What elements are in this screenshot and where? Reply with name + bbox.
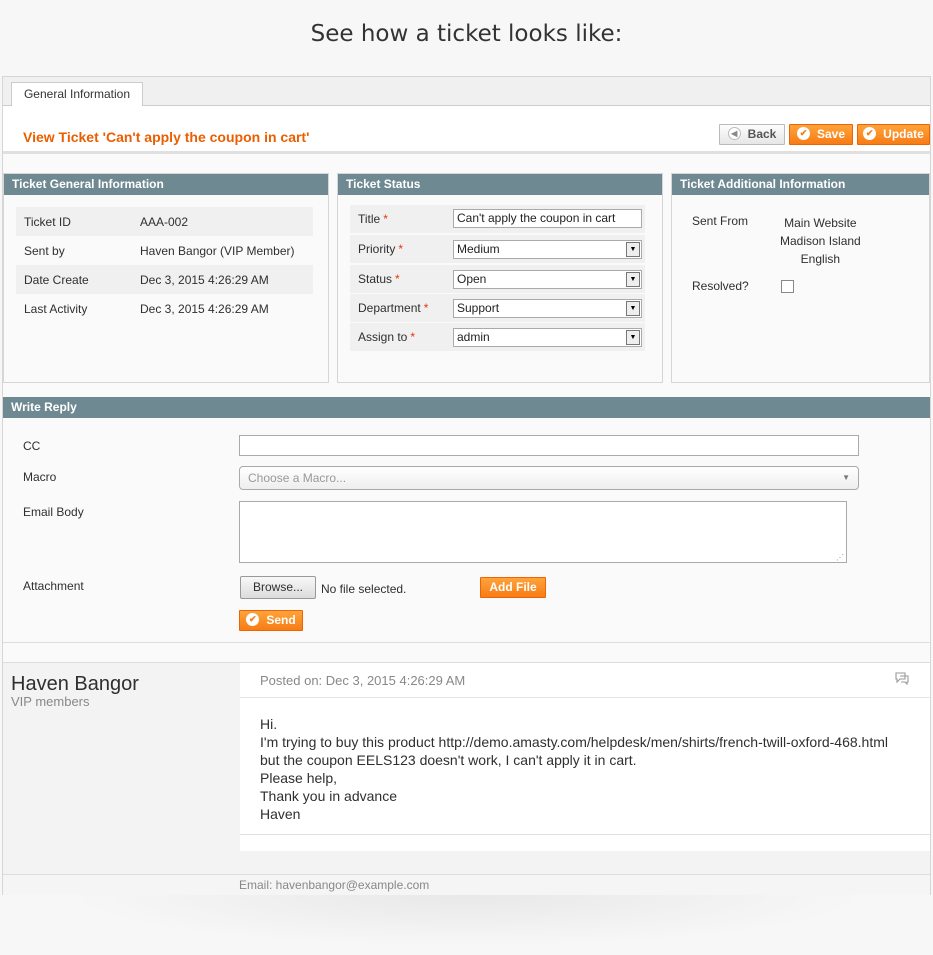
file-status: No file selected. xyxy=(321,582,407,596)
general-info-panel: Ticket General Information Ticket ID AAA-… xyxy=(3,173,329,383)
general-info-table: Ticket ID AAA-002 Sent by Haven Bangor (VI… xyxy=(16,207,313,323)
table-row: Date Create Dec 3, 2015 4:26:29 AM xyxy=(16,265,313,294)
email-body-label: Email Body xyxy=(23,505,84,519)
posted-on: Posted on: Dec 3, 2015 4:26:29 AM xyxy=(260,673,466,688)
status-row: Status * Open ▼ xyxy=(350,265,645,293)
back-label: Back xyxy=(747,127,777,141)
save-button[interactable]: ✔ Save xyxy=(789,124,853,145)
check-icon: ✔ xyxy=(863,127,877,141)
resize-handle-icon[interactable]: ⋰ xyxy=(836,553,844,562)
back-arrow-icon: ◀ xyxy=(727,127,741,141)
resolved-checkbox[interactable] xyxy=(781,280,794,293)
assign-row: Assign to * admin ▼ xyxy=(350,323,645,351)
email-footer: Email: havenbangor@example.com xyxy=(3,874,930,897)
cc-label: CC xyxy=(23,439,41,453)
row-value: Dec 3, 2015 4:26:29 AM xyxy=(140,272,269,287)
row-value: Haven Bangor (VIP Member) xyxy=(140,243,295,258)
status-select[interactable]: Open ▼ xyxy=(453,270,642,289)
chevron-down-icon: ▼ xyxy=(842,473,850,482)
author-group: VIP members xyxy=(11,694,90,709)
page-title: View Ticket 'Can't apply the coupon in c… xyxy=(23,129,310,145)
reply-bubble-icon[interactable] xyxy=(894,671,910,686)
title-row: Title * Can't apply the coupon in cart xyxy=(350,205,645,233)
priority-label: Priority * xyxy=(358,242,404,256)
title-label: Title * xyxy=(358,212,388,226)
sent-from-value: Main Website Madison Island English xyxy=(780,216,861,266)
message-card: Posted on: Dec 3, 2015 4:26:29 AM Hi. I'… xyxy=(240,663,930,851)
browse-button[interactable]: Browse... xyxy=(240,576,316,599)
assign-select[interactable]: admin ▼ xyxy=(453,328,642,347)
check-icon: ✔ xyxy=(796,127,810,141)
sent-from-label: Sent From xyxy=(692,214,749,228)
general-info-title: Ticket General Information xyxy=(4,174,328,195)
back-button[interactable]: ◀ Back xyxy=(719,124,785,145)
row-label: Date Create xyxy=(24,272,89,287)
department-label: Department * xyxy=(358,301,429,315)
add-file-button[interactable]: Add File xyxy=(480,577,546,598)
ticket-status-title: Ticket Status xyxy=(338,174,662,195)
chevron-down-icon: ▼ xyxy=(626,242,640,257)
chevron-down-icon: ▼ xyxy=(626,272,640,287)
department-row: Department * Support ▼ xyxy=(350,294,645,322)
row-label: Last Activity xyxy=(24,301,88,316)
check-icon: ✔ xyxy=(246,613,260,627)
ticket-status-panel: Ticket Status Title * Can't apply the cou… xyxy=(337,173,663,383)
assign-label: Assign to * xyxy=(358,330,416,344)
message-thread: Haven Bangor VIP members Posted on: Dec … xyxy=(3,662,930,875)
table-row: Last Activity Dec 3, 2015 4:26:29 AM xyxy=(16,294,313,323)
page-heading: See how a ticket looks like: xyxy=(310,21,623,47)
author-email: Email: havenbangor@example.com xyxy=(239,878,430,892)
additional-info-panel: Ticket Additional Information Sent From … xyxy=(671,173,930,383)
row-label: Sent by xyxy=(24,243,65,258)
message-body: Hi. I'm trying to buy this product http:… xyxy=(260,716,888,822)
department-select[interactable]: Support ▼ xyxy=(453,299,642,318)
resolved-label: Resolved? xyxy=(692,279,749,293)
table-row: Ticket ID AAA-002 xyxy=(16,207,313,236)
title-bar: View Ticket 'Can't apply the coupon in c… xyxy=(3,106,930,154)
divider xyxy=(240,834,930,835)
divider xyxy=(240,697,930,698)
author-name: Haven Bangor xyxy=(11,673,139,695)
status-label: Status * xyxy=(358,272,400,286)
update-label: Update xyxy=(883,127,924,141)
save-label: Save xyxy=(816,127,846,141)
row-label: Ticket ID xyxy=(24,214,71,229)
send-label: Send xyxy=(266,613,296,627)
additional-info-title: Ticket Additional Information xyxy=(672,174,929,195)
table-row: Sent by Haven Bangor (VIP Member) xyxy=(16,236,313,265)
title-input[interactable]: Can't apply the coupon in cart xyxy=(453,209,642,228)
macro-label: Macro xyxy=(23,470,57,484)
priority-select[interactable]: Medium ▼ xyxy=(453,240,642,259)
macro-select[interactable]: Choose a Macro... ▼ xyxy=(239,466,859,490)
update-button[interactable]: ✔ Update xyxy=(857,124,930,145)
priority-row: Priority * Medium ▼ xyxy=(350,235,645,263)
row-value: AAA-002 xyxy=(140,214,189,229)
write-reply-section: Write Reply CC Macro Choose a Macro... ▼… xyxy=(3,397,930,643)
tab-general-information[interactable]: General Information xyxy=(11,82,143,107)
write-reply-title: Write Reply xyxy=(3,397,930,418)
email-body-textarea[interactable]: ⋰ xyxy=(239,501,847,563)
attachment-label: Attachment xyxy=(23,579,84,593)
chevron-down-icon: ▼ xyxy=(626,330,640,345)
row-value: Dec 3, 2015 4:26:29 AM xyxy=(140,301,269,316)
send-button[interactable]: ✔ Send xyxy=(239,610,303,631)
cc-input[interactable] xyxy=(239,435,859,456)
chevron-down-icon: ▼ xyxy=(626,301,640,316)
tab-bar: General Information xyxy=(3,77,930,107)
bottom-shadow xyxy=(0,895,933,955)
ticket-window: General Information View Ticket 'Can't a… xyxy=(2,76,931,897)
